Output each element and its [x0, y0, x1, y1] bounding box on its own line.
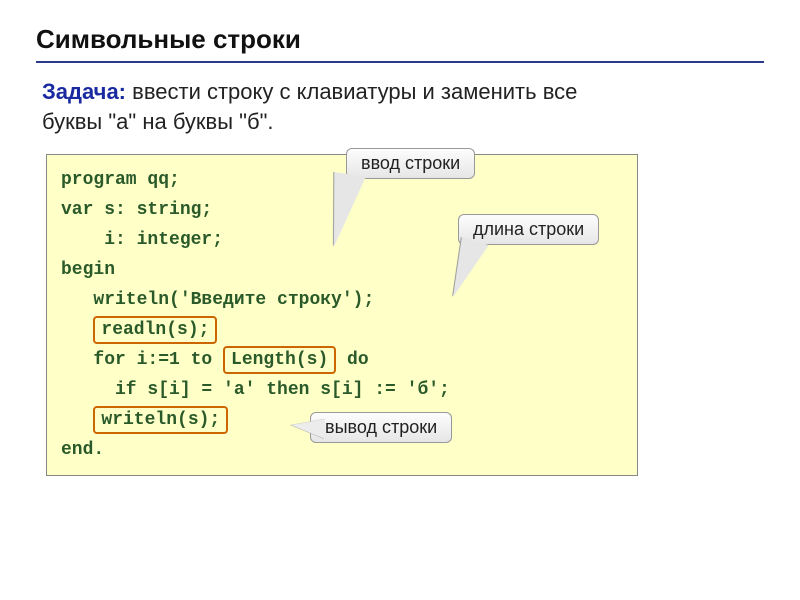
highlight-length: Length(s): [223, 346, 336, 374]
code-line-6-pre: [61, 320, 93, 340]
title-underline: [36, 61, 764, 63]
task-paragraph: Задача: ввести строку с клавиатуры и зам…: [42, 77, 764, 136]
callout-output-label: вывод строки: [325, 417, 437, 437]
callout-tail-icon: [291, 419, 325, 439]
highlight-writeln: writeln(s);: [93, 406, 228, 434]
highlight-readln: readln(s);: [93, 316, 217, 344]
task-text-1: ввести строку с клавиатуры и заменить вс…: [126, 79, 577, 104]
callout-output-string: вывод строки: [310, 412, 452, 443]
callout-input-string: ввод строки: [346, 148, 475, 179]
slide-title: Символьные строки: [36, 24, 764, 55]
callout-length-string: длина строки: [458, 214, 599, 245]
code-area: program qq; var s: string; i: integer; b…: [46, 154, 638, 476]
code-line-10: end.: [61, 440, 104, 460]
callout-length-label: длина строки: [473, 219, 584, 239]
code-line-8: if s[i] = 'а' then s[i] := 'б';: [61, 380, 450, 400]
code-line-5: writeln('Введите строку');: [61, 290, 374, 310]
code-line-4: begin: [61, 260, 115, 280]
slide: Символьные строки Задача: ввести строку …: [0, 0, 800, 476]
code-line-1: program qq;: [61, 170, 180, 190]
code-line-9-pre: [61, 410, 93, 430]
code-line-7-pre: for i:=1 to: [61, 350, 223, 370]
task-label: Задача:: [42, 79, 126, 104]
code-line-3: i: integer;: [61, 230, 223, 250]
task-text-2: буквы "а" на буквы "б".: [42, 109, 274, 134]
callout-input-label: ввод строки: [361, 153, 460, 173]
code-line-2: var s: string;: [61, 200, 212, 220]
code-line-7-post: do: [336, 350, 368, 370]
